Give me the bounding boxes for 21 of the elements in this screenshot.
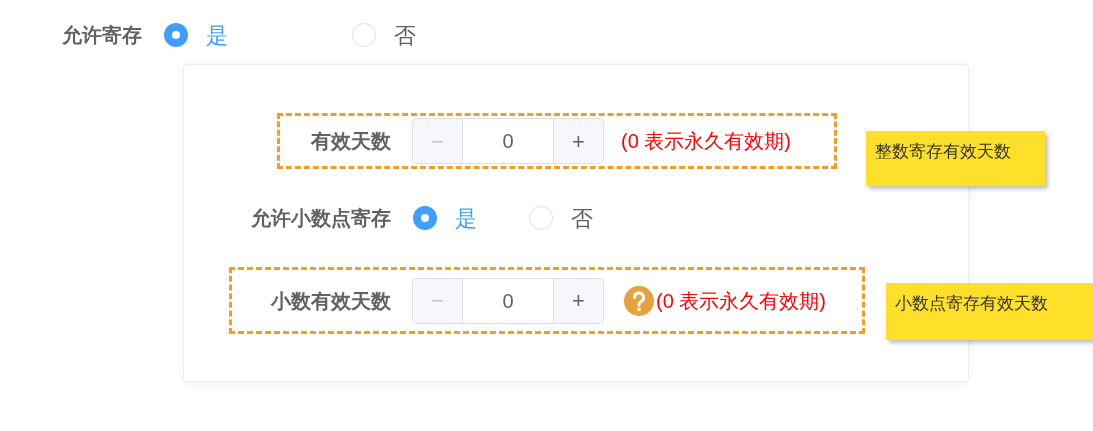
hint-text: (0 表示永久有效期) — [621, 129, 791, 154]
radio-button[interactable] — [529, 206, 553, 230]
radio-button[interactable] — [164, 23, 188, 47]
sticky-note: 整数寄存有效天数 — [866, 131, 1045, 186]
increment-button[interactable]: + — [553, 278, 603, 323]
field-label: 允许小数点寄存 — [250, 206, 391, 231]
radio-label: 否 — [571, 204, 593, 233]
field-label: 允许寄存 — [62, 23, 142, 48]
radio-label: 是 — [455, 204, 477, 233]
help-icon[interactable] — [624, 285, 654, 316]
radio-label: 否 — [394, 21, 416, 50]
radio-button[interactable] — [413, 206, 437, 230]
radio-label: 是 — [206, 21, 228, 50]
number-stepper[interactable]: − 0 + — [412, 118, 604, 164]
increment-button[interactable]: + — [553, 119, 603, 163]
number-stepper[interactable]: − 0 + — [412, 277, 604, 324]
field-label: 小数有效天数 — [269, 288, 391, 314]
hint-text: (0 表示永久有效期) — [656, 288, 826, 314]
sticky-note: 小数点寄存有效天数 — [886, 283, 1093, 340]
radio-button[interactable] — [352, 23, 376, 47]
field-label: 有效天数 — [310, 129, 391, 154]
